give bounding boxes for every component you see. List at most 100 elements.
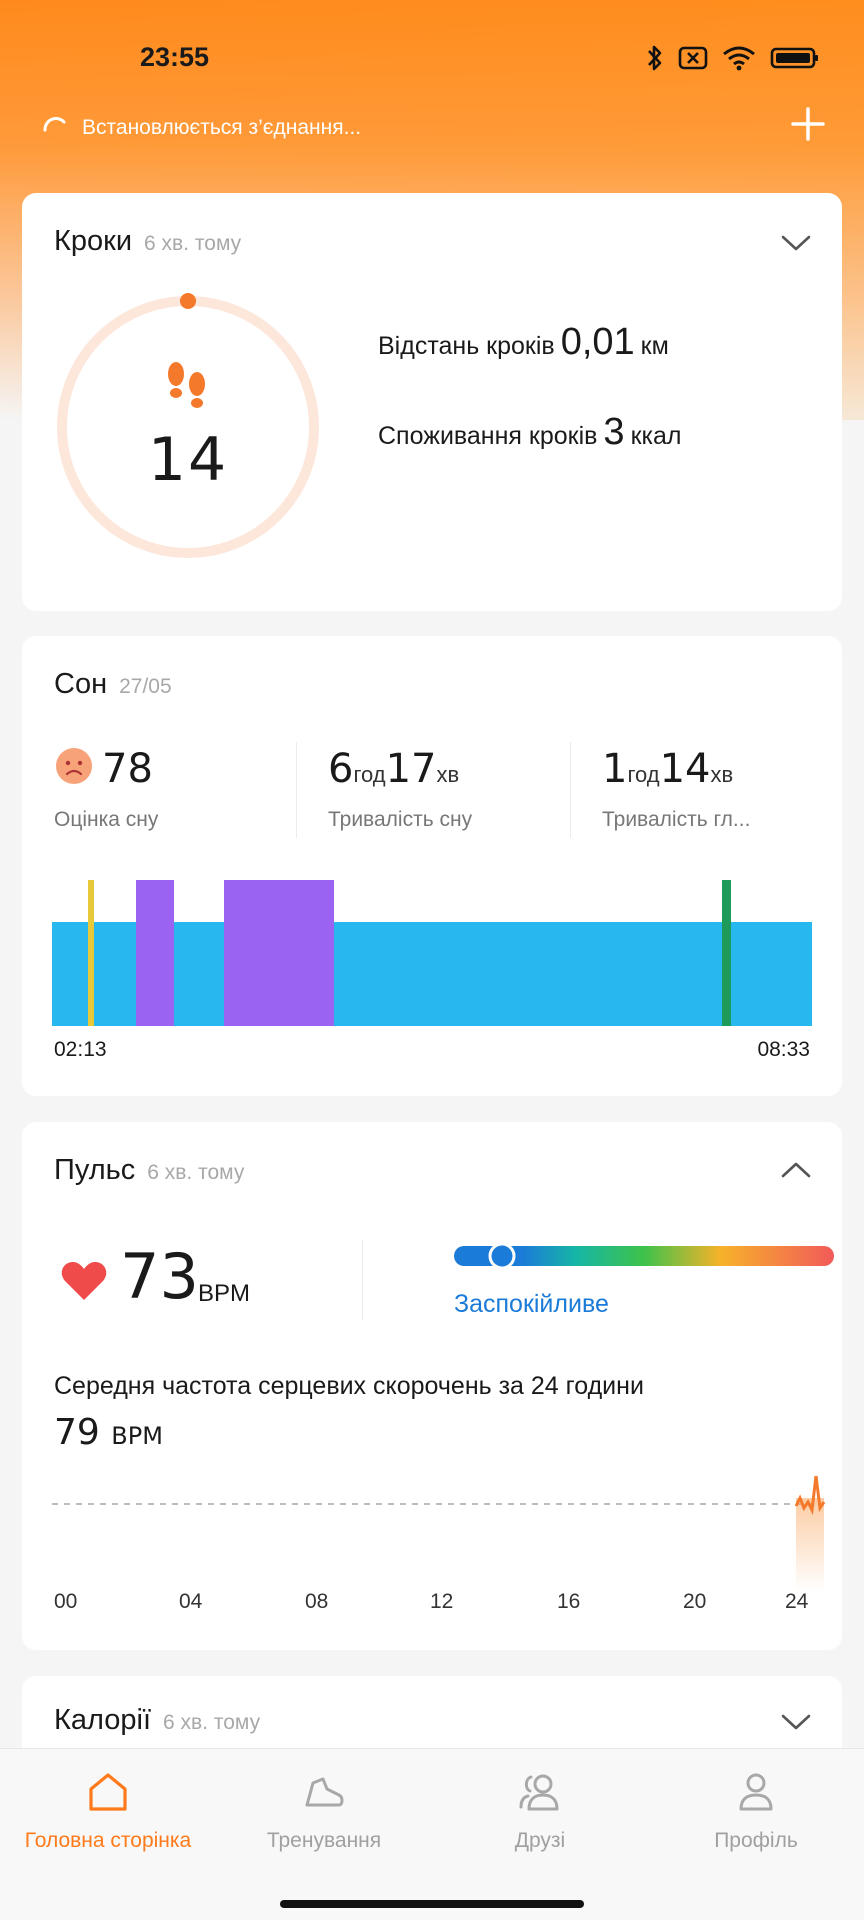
- sim-off-icon: [678, 46, 708, 70]
- zone-indicator-dot: [488, 1244, 516, 1268]
- distance-unit: км: [640, 332, 669, 360]
- steps-updated: 6 хв. тому: [144, 232, 242, 255]
- distance-value: 0,01: [560, 321, 635, 363]
- avg-heart-rate-value: 79: [54, 1412, 100, 1453]
- home-icon: [89, 1773, 127, 1811]
- footprints-icon: [168, 362, 205, 408]
- sleep-duration-label: Тривалість сну: [328, 808, 473, 831]
- heart-rate-zone-bar: [454, 1244, 834, 1268]
- heart-rate-24h-chart[interactable]: [52, 1462, 842, 1592]
- nav-profile-label: Профіль: [714, 1829, 798, 1852]
- deep-sleep-block: [224, 880, 334, 1026]
- sleep-hours: 6: [328, 746, 354, 792]
- step-calories-label: Споживання кроків: [378, 422, 598, 450]
- bottom-navigation: Головна сторінка Тренування Друзі Профіл…: [0, 1748, 864, 1920]
- sleep-title-text: Сон: [54, 668, 108, 700]
- home-indicator[interactable]: [280, 1900, 584, 1908]
- sleep-score-label: Оцінка сну: [54, 808, 159, 831]
- battery-icon: [770, 47, 818, 69]
- calories-title-text: Калорії: [54, 1704, 152, 1736]
- sleep-score-value: 78: [102, 746, 153, 792]
- sleep-duration: 6год17хв Тривалість сну: [328, 746, 472, 831]
- friends-icon: [519, 1774, 559, 1811]
- nav-profile[interactable]: Профіль: [648, 1769, 864, 1853]
- pulse-title: Пульс 6 хв. тому: [54, 1154, 244, 1187]
- calories-updated: 6 хв. тому: [163, 1711, 261, 1734]
- connection-text: Встановлюється з’єднання...: [82, 116, 362, 139]
- deep-sleep-block: [136, 880, 174, 1026]
- status-time: 23:55: [140, 42, 210, 72]
- status-icons: [646, 44, 820, 72]
- calories-card[interactable]: Калорії 6 хв. тому: [22, 1676, 842, 1756]
- steps-title-text: Кроки: [54, 225, 133, 257]
- pulse-card[interactable]: Пульс 6 хв. тому 73 BPM Заспокійливе Сере…: [22, 1122, 842, 1650]
- sleep-stage-chart[interactable]: [52, 880, 812, 1030]
- nav-home-label: Головна сторінка: [24, 1829, 192, 1852]
- nav-workouts-label: Тренування: [266, 1829, 382, 1852]
- sleep-title: Сон 27/05: [54, 668, 172, 701]
- heart-rate-value: 73: [120, 1240, 199, 1313]
- profile-icon: [739, 1773, 773, 1811]
- x-tick: 24: [785, 1590, 809, 1613]
- steps-progress-dot: [180, 293, 196, 309]
- steps-distance: Відстань кроків 0,01 км: [378, 321, 669, 364]
- heart-icon: [61, 1262, 107, 1300]
- nav-friends[interactable]: Друзі: [432, 1769, 648, 1853]
- sneaker-icon: [305, 1777, 344, 1807]
- x-tick: 12: [430, 1590, 454, 1613]
- nav-home[interactable]: Головна сторінка: [0, 1769, 216, 1853]
- deep-sleep-label: Тривалість гл...: [602, 808, 751, 831]
- rem-marker: [722, 880, 731, 1026]
- deep-hours-unit: год: [627, 762, 660, 787]
- deep-sleep-duration: 1год14хв Тривалість гл...: [602, 746, 750, 831]
- distance-label: Відстань кроків: [378, 332, 555, 360]
- calories-title: Калорії 6 хв. тому: [54, 1704, 260, 1737]
- sleep-minutes: 17: [385, 746, 437, 792]
- sleep-score: 78 Оцінка сну: [54, 746, 158, 831]
- nav-workouts[interactable]: Тренування: [216, 1769, 432, 1853]
- steps-count: 14: [147, 425, 229, 495]
- status-bar: 23:55: [0, 0, 864, 110]
- step-calories-unit: ккал: [630, 422, 682, 450]
- x-tick: 00: [54, 1590, 78, 1613]
- avg-heart-rate-label: Середня частота серцевих скорочень за 24…: [54, 1372, 644, 1400]
- steps-card[interactable]: Кроки 6 хв. тому 14 Відстань кроків 0,01 км…: [22, 193, 842, 611]
- sleep-date: 27/05: [119, 675, 172, 698]
- pulse-title-text: Пульс: [54, 1154, 136, 1186]
- plus-icon[interactable]: [788, 104, 828, 144]
- bluetooth-icon: [648, 45, 662, 71]
- divider: [362, 1240, 363, 1320]
- sleep-hours-unit: год: [353, 762, 386, 787]
- sleep-end-time: 08:33: [757, 1038, 810, 1061]
- awake-marker: [88, 880, 94, 1026]
- chevron-up-icon[interactable]: [780, 1160, 812, 1180]
- pulse-updated: 6 хв. тому: [147, 1161, 245, 1184]
- nav-friends-label: Друзі: [514, 1829, 566, 1852]
- deep-minutes-unit: хв: [710, 762, 734, 787]
- sleep-minutes-unit: хв: [436, 762, 460, 787]
- deep-minutes: 14: [659, 746, 711, 792]
- divider: [296, 742, 297, 838]
- heart-rate-zone-label: Заспокійливе: [454, 1290, 609, 1318]
- steps-calories: Споживання кроків 3 ккал: [378, 411, 681, 454]
- step-calories-value: 3: [603, 411, 625, 453]
- avg-heart-rate: 79 BPM: [54, 1412, 163, 1453]
- x-tick: 20: [683, 1590, 707, 1613]
- sleep-card[interactable]: Сон 27/05 78 Оцінка сну 6год17хв Триваліс…: [22, 636, 842, 1096]
- chevron-down-icon[interactable]: [780, 233, 812, 253]
- loading-spinner-icon: [43, 117, 66, 132]
- chevron-down-icon[interactable]: [780, 1712, 812, 1732]
- connection-status: Встановлюється з’єднання...: [40, 108, 361, 148]
- sleep-start-time: 02:13: [54, 1038, 107, 1061]
- divider: [570, 742, 571, 838]
- x-tick: 04: [179, 1590, 203, 1613]
- wifi-icon: [723, 46, 755, 71]
- heart-rate-unit: BPM: [198, 1280, 251, 1307]
- x-tick: 16: [557, 1590, 581, 1613]
- sad-face-icon: [56, 748, 92, 784]
- heart-rate-area: [796, 1498, 824, 1592]
- steps-title: Кроки 6 хв. тому: [54, 225, 241, 258]
- avg-heart-rate-unit: BPM: [111, 1422, 163, 1450]
- deep-hours: 1: [602, 746, 628, 792]
- x-tick: 08: [305, 1590, 329, 1613]
